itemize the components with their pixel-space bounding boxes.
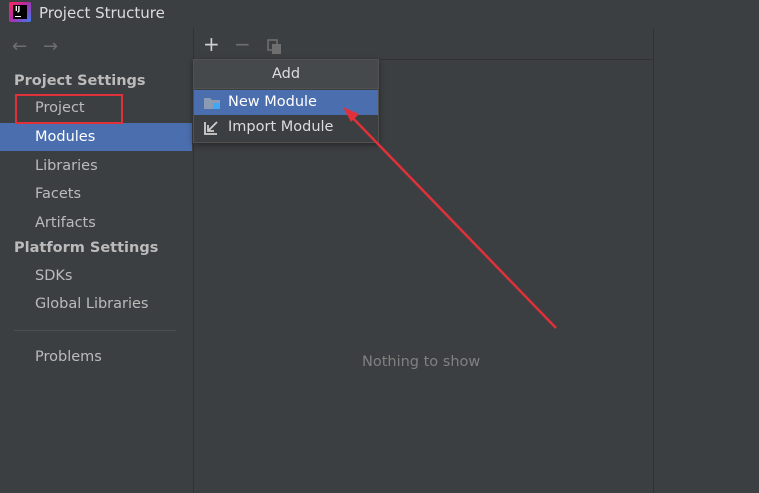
sidebar-item-artifacts[interactable]: Artifacts <box>0 209 192 237</box>
annotation-highlight-box <box>15 94 123 124</box>
sidebar-item-facets[interactable]: Facets <box>0 180 192 208</box>
popup-title: Add <box>194 60 378 89</box>
sidebar-item-libraries[interactable]: Libraries <box>0 152 192 180</box>
import-arrow-icon <box>203 120 221 136</box>
sidebar-item-global-libraries[interactable]: Global Libraries <box>0 290 192 318</box>
sidebar-item-sdks[interactable]: SDKs <box>0 262 192 290</box>
remove-icon[interactable]: − <box>234 32 251 56</box>
add-popup-menu: Add New Module Import Module <box>193 59 379 143</box>
modules-toolbar: + − <box>194 28 654 60</box>
menu-item-import-module[interactable]: Import Module <box>194 115 378 140</box>
history-navigation: ← → <box>0 36 80 57</box>
app-icon-text: IJ <box>15 5 21 13</box>
platform-settings-header: Platform Settings <box>14 240 159 256</box>
intellij-app-icon: IJ <box>9 2 31 22</box>
add-icon[interactable]: + <box>203 32 220 56</box>
sidebar-divider <box>14 330 176 331</box>
title-bar: IJ Project Structure <box>0 0 759 28</box>
project-settings-header: Project Settings <box>14 73 146 89</box>
folder-module-icon <box>203 95 221 111</box>
menu-item-label: Import Module <box>228 119 334 135</box>
forward-arrow-icon[interactable]: → <box>43 36 58 57</box>
window-title: Project Structure <box>39 4 165 22</box>
sidebar-item-modules[interactable]: Modules <box>0 123 192 151</box>
back-arrow-icon[interactable]: ← <box>12 36 27 57</box>
empty-state-text: Nothing to show <box>362 354 481 370</box>
copy-icon[interactable] <box>267 36 283 60</box>
menu-item-label: New Module <box>228 94 317 110</box>
menu-item-new-module[interactable]: New Module <box>194 90 378 115</box>
sidebar-item-problems[interactable]: Problems <box>0 343 192 371</box>
detail-pane <box>653 28 759 493</box>
